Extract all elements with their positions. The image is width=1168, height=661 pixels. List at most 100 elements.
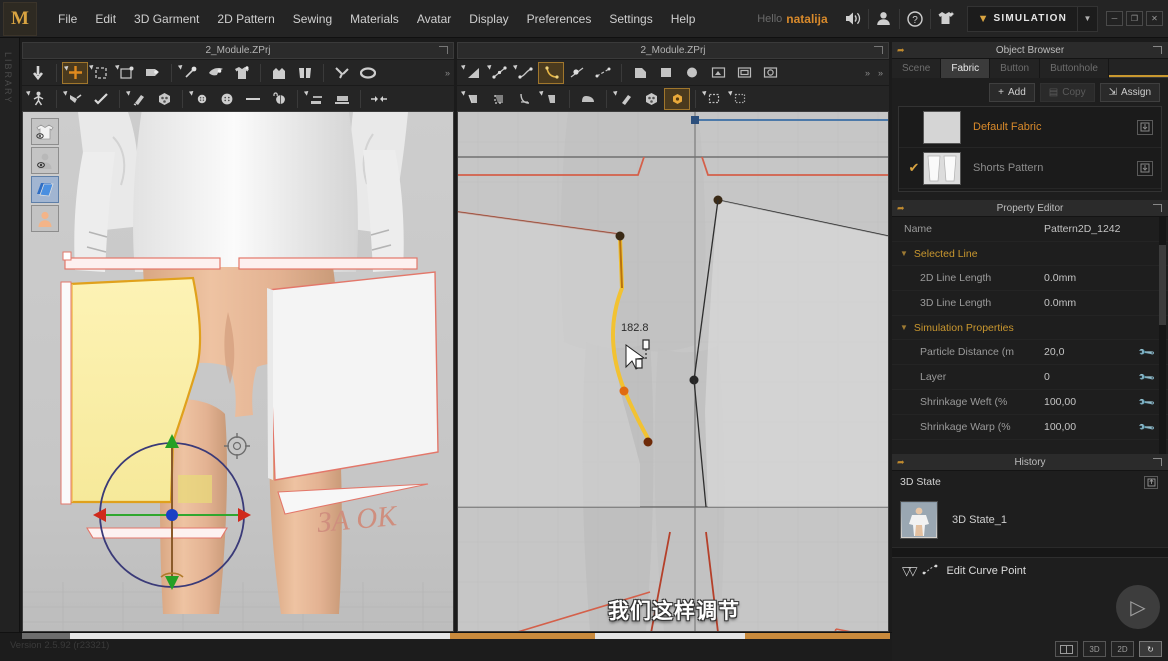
- simulate-button[interactable]: [25, 62, 51, 84]
- simulation-mode-button[interactable]: ▼ SIMULATION: [966, 5, 1078, 32]
- user-icon[interactable]: [869, 0, 899, 38]
- menu-help[interactable]: Help: [662, 7, 705, 31]
- edit-pattern-button[interactable]: [460, 62, 486, 84]
- mode-dropdown-caret[interactable]: ▼: [1078, 5, 1098, 32]
- nest-pattern-button[interactable]: [727, 88, 753, 110]
- internal-polygon-button[interactable]: [705, 62, 731, 84]
- fold-angle-button[interactable]: [303, 88, 329, 110]
- group-selected-line[interactable]: ▼ Selected Line: [892, 242, 1168, 266]
- property-scrollbar[interactable]: [1159, 217, 1166, 454]
- library-rail[interactable]: LIBRARY: [0, 38, 20, 661]
- toolbar-overflow-1[interactable]: »: [865, 68, 870, 78]
- popout-icon[interactable]: [1153, 458, 1162, 466]
- avatar-visibility-icon[interactable]: [31, 147, 59, 174]
- popout-icon[interactable]: [1153, 46, 1162, 54]
- username-label[interactable]: natalija: [786, 12, 837, 26]
- pin-icon[interactable]: ➦: [897, 204, 905, 213]
- add-button-button[interactable]: [188, 88, 214, 110]
- belt-button[interactable]: [355, 62, 381, 84]
- menu-display[interactable]: Display: [460, 7, 517, 31]
- garment-visibility-icon[interactable]: [31, 118, 59, 145]
- wrench-icon[interactable]: 🔧: [1138, 343, 1156, 361]
- add-point-button[interactable]: [512, 62, 538, 84]
- history-item[interactable]: 3D State_1: [892, 493, 1168, 547]
- flatten-button[interactable]: [575, 88, 601, 110]
- speaker-icon[interactable]: [838, 0, 868, 38]
- scrollbar-thumb[interactable]: [1159, 245, 1166, 325]
- garment-icon[interactable]: [931, 0, 961, 38]
- list-item[interactable]: Default Fabric: [899, 107, 1161, 148]
- box-select-button[interactable]: [88, 62, 114, 84]
- tack-tool-button[interactable]: [203, 62, 229, 84]
- edit-curvature-button[interactable]: [486, 62, 512, 84]
- wrench-icon[interactable]: 🔧: [1138, 368, 1156, 386]
- property-value[interactable]: 100,00: [1044, 396, 1076, 408]
- copy-button[interactable]: ▤ Copy: [1039, 82, 1095, 102]
- add-button[interactable]: + Add: [989, 82, 1035, 102]
- property-value[interactable]: 100,00: [1044, 421, 1076, 433]
- video-timeline[interactable]: [22, 633, 890, 639]
- internal-rectangle-button[interactable]: [731, 62, 757, 84]
- segment-button[interactable]: [590, 62, 616, 84]
- group-simulation-properties[interactable]: ▼ Simulation Properties: [892, 316, 1168, 340]
- tab-button[interactable]: Button: [990, 59, 1041, 78]
- pleat-button[interactable]: [538, 88, 564, 110]
- menu-sewing[interactable]: Sewing: [284, 7, 341, 31]
- menu-preferences[interactable]: Preferences: [518, 7, 601, 31]
- menu-settings[interactable]: Settings: [600, 7, 661, 31]
- skin-visibility-icon[interactable]: [31, 205, 59, 232]
- tab-fabric[interactable]: Fabric: [941, 59, 991, 78]
- edit-curve-point-row[interactable]: ▽▽ Edit Curve Point: [892, 557, 1168, 583]
- popout-icon[interactable]: [1153, 204, 1162, 212]
- popout-icon[interactable]: [439, 46, 448, 54]
- wrench-icon[interactable]: 🔧: [1138, 393, 1156, 411]
- fabric-check[interactable]: ✔: [905, 160, 923, 176]
- pin-icon[interactable]: ➦: [897, 458, 905, 467]
- close-button[interactable]: ✕: [1146, 11, 1163, 26]
- property-value[interactable]: 20,0: [1044, 346, 1064, 358]
- chevron-double-down-icon[interactable]: ▽▽: [902, 564, 918, 578]
- toolbar-overflow[interactable]: »: [445, 68, 454, 78]
- buttonhole-button[interactable]: [214, 88, 240, 110]
- avatar-pose-button[interactable]: [25, 88, 51, 110]
- menu-file[interactable]: File: [49, 7, 86, 31]
- surface-flattening-button[interactable]: [329, 88, 355, 110]
- split-view-button[interactable]: [1055, 641, 1078, 657]
- fabric-picker-button[interactable]: [612, 88, 638, 110]
- flip-vertical-button[interactable]: [266, 62, 292, 84]
- fold-arrange-button[interactable]: [140, 62, 166, 84]
- menu-materials[interactable]: Materials: [341, 7, 408, 31]
- buttonhole-line-button[interactable]: [240, 88, 266, 110]
- wrench-icon[interactable]: 🔧: [1138, 418, 1156, 436]
- property-value[interactable]: 0: [1044, 371, 1050, 383]
- internal-circle-button[interactable]: [757, 62, 783, 84]
- minimize-button[interactable]: ─: [1106, 11, 1123, 26]
- view-2d-button[interactable]: 2D: [1111, 641, 1134, 657]
- seam-allowance-button[interactable]: [460, 88, 486, 110]
- reset-view-button[interactable]: ↻: [1139, 641, 1162, 657]
- popout-icon[interactable]: [874, 46, 883, 54]
- polygon-button[interactable]: [627, 62, 653, 84]
- tab-scene[interactable]: Scene: [892, 59, 942, 78]
- mirror-button[interactable]: [292, 62, 318, 84]
- fold-arrangement-button[interactable]: [62, 88, 88, 110]
- help-icon[interactable]: ?: [900, 0, 930, 38]
- viewport-3d[interactable]: ЗА ОК: [22, 111, 454, 632]
- menu-avatar[interactable]: Avatar: [408, 7, 460, 31]
- save-fabric-icon[interactable]: [1137, 160, 1153, 176]
- assign-button[interactable]: ⇲ Assign: [1099, 82, 1160, 102]
- tab-buttonhole[interactable]: Buttonhole: [1040, 59, 1109, 78]
- save-state-icon[interactable]: [1144, 475, 1158, 489]
- rectangle-button[interactable]: [653, 62, 679, 84]
- restore-button[interactable]: ❐: [1126, 11, 1143, 26]
- menu-edit[interactable]: Edit: [86, 7, 125, 31]
- move-point-button[interactable]: [564, 62, 590, 84]
- view-3d-button[interactable]: 3D: [1083, 641, 1106, 657]
- property-value[interactable]: Pattern2D_1242: [1044, 223, 1120, 235]
- garment-fit-button[interactable]: [229, 62, 255, 84]
- distance-measure-button[interactable]: [366, 88, 392, 110]
- menu-2d-pattern[interactable]: 2D Pattern: [208, 7, 283, 31]
- transform-tool-button[interactable]: [62, 61, 88, 84]
- list-item[interactable]: ✔ Shorts Pattern: [899, 148, 1161, 189]
- fabric-brush-button[interactable]: [125, 88, 151, 110]
